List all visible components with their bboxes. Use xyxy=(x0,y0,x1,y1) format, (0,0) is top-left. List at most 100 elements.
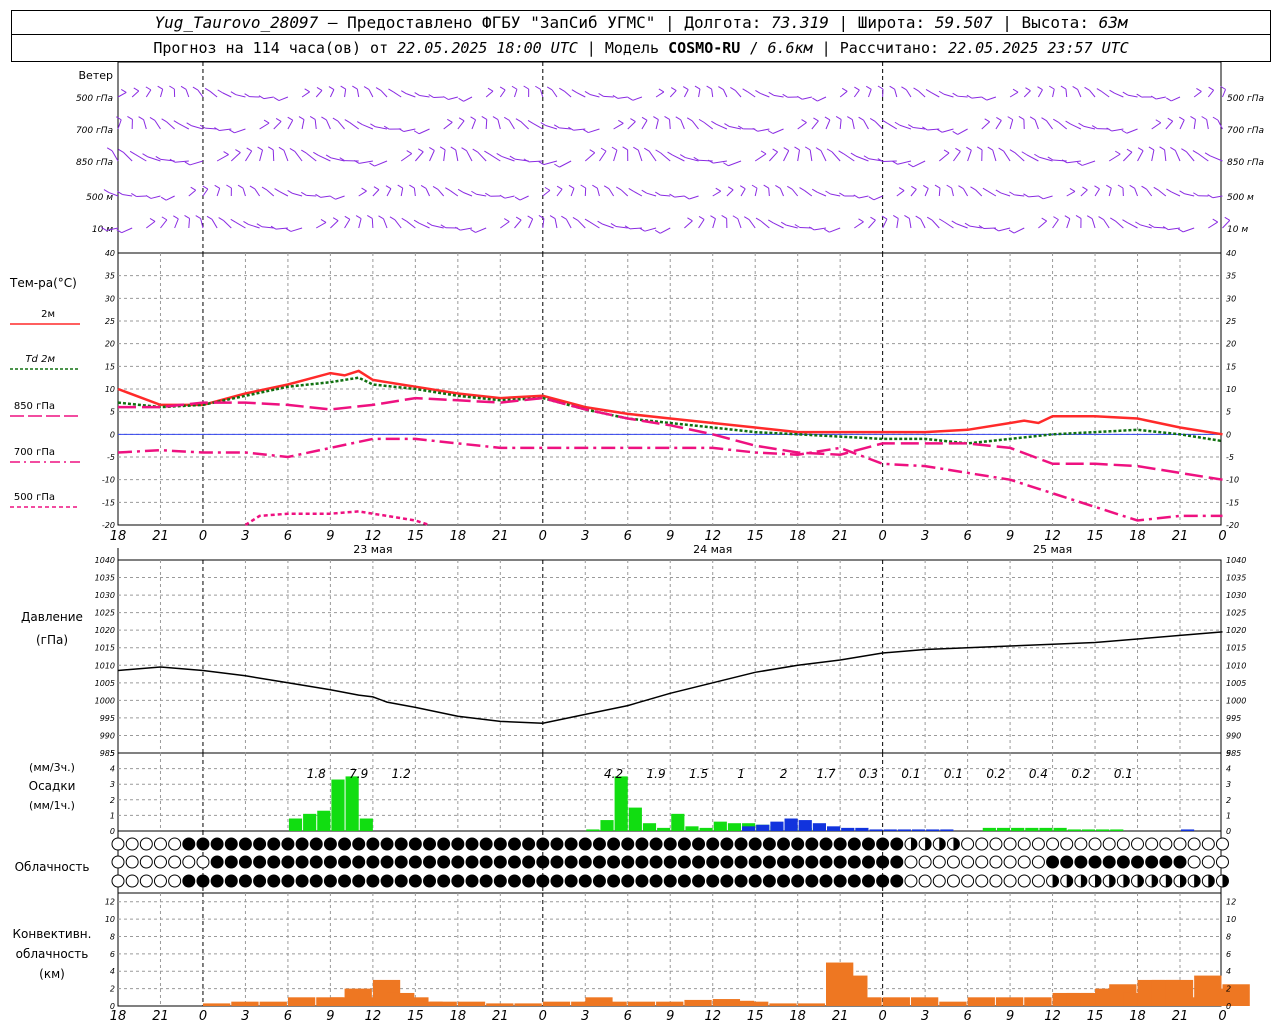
wind-barb-flag xyxy=(1021,151,1028,156)
wind-barb-flag xyxy=(133,87,140,92)
wind-barb-flag xyxy=(1224,216,1231,221)
wind-barb-flag xyxy=(826,148,833,153)
wind-barb-flag xyxy=(889,85,895,90)
wind-barb-flag xyxy=(554,163,560,168)
wind-barb xyxy=(174,160,189,163)
pressure-unit: (гПа) xyxy=(36,633,68,647)
wind-barb xyxy=(425,188,430,197)
precip-snow-bar xyxy=(756,824,770,831)
wind-barb-flag xyxy=(804,146,811,151)
time-tick-label: 21 xyxy=(1172,529,1189,544)
wind-barb-flag xyxy=(936,128,943,133)
wind-barb-flag xyxy=(328,86,335,90)
time-tick-label: 12 xyxy=(1044,529,1061,544)
wind-barb-flag xyxy=(432,185,439,190)
convective-bar xyxy=(457,1001,486,1006)
wind-barb-flag xyxy=(1204,152,1211,157)
wind-barb xyxy=(791,188,799,197)
prec-tick-left: 1 xyxy=(110,811,115,820)
wind-barb-flag xyxy=(600,147,607,152)
wind-barb-flag xyxy=(1193,192,1199,197)
wind-barb-flag xyxy=(1094,185,1100,190)
time-tick-label: 0 xyxy=(539,529,547,544)
wind-barb xyxy=(433,96,444,99)
wind-barb xyxy=(797,122,807,130)
precip-rain-bar xyxy=(657,827,671,831)
wind-barb xyxy=(211,219,218,229)
cloud-cover-symbol xyxy=(224,874,238,888)
temp-tick-right: -10 xyxy=(1226,476,1239,485)
wind-barb-flag xyxy=(1177,228,1184,233)
pres-tick-right: 1020 xyxy=(1226,626,1246,635)
wind-barb xyxy=(943,221,954,229)
cloud-cover-half xyxy=(925,838,932,850)
wind-barb xyxy=(1082,160,1096,166)
cloud-cover-symbol xyxy=(847,874,861,888)
prec-tick-left: 2 xyxy=(110,796,115,805)
time-tick-label: 3 xyxy=(921,529,929,544)
wind-barb-flag xyxy=(923,184,929,189)
wind-barb-flag xyxy=(157,85,163,90)
time-tick-label: 15 xyxy=(1087,529,1104,544)
prec-tick-left: 3 xyxy=(110,780,115,789)
temp-tick-right: 0 xyxy=(1226,430,1231,439)
precip-total-label: 0.1 xyxy=(944,767,963,781)
wind-barb xyxy=(358,190,367,197)
precip-total-label: 7.9 xyxy=(349,767,368,781)
cloud-cover-half xyxy=(1137,875,1144,887)
wind-barb xyxy=(542,189,551,197)
wind-barb xyxy=(418,222,430,229)
prec-tick-right: 3 xyxy=(1226,780,1231,789)
conv-tick-right: 12 xyxy=(1226,898,1236,907)
wind-barb-flag xyxy=(325,154,332,159)
convective-bar xyxy=(514,1003,542,1006)
time-tick-label-bottom: 12 xyxy=(1044,1009,1061,1024)
wind-barb-flag xyxy=(964,222,971,227)
wind-barb xyxy=(1009,119,1014,130)
wind-barb xyxy=(305,152,317,162)
wind-barb-flag xyxy=(571,89,578,94)
wind-barb-flag xyxy=(984,118,990,123)
wind-barb-flag xyxy=(825,190,831,195)
cloud-cover-symbol xyxy=(819,837,833,851)
time-tick-label-bottom: 15 xyxy=(1087,1009,1104,1024)
wind-barb-flag xyxy=(775,184,781,189)
wind-barb-flag xyxy=(553,124,560,129)
temp-tick-left: -10 xyxy=(102,476,115,485)
cloud-cover-symbol xyxy=(621,837,635,851)
wind-barb-flag xyxy=(801,119,807,123)
wind-barb xyxy=(863,119,869,130)
cloud-cover-symbol xyxy=(762,874,776,888)
cloud-cover-symbol xyxy=(1173,855,1187,869)
wind-barb xyxy=(165,195,175,201)
wind-barb-flag xyxy=(787,185,793,190)
pres-tick-left: 1025 xyxy=(95,609,115,618)
temperature-panel: Тем-ра(°С) 2м Td 2м 850 гПа 700 гПа 500 гПа xyxy=(9,276,1223,527)
pres-tick-right: 1005 xyxy=(1226,679,1246,688)
cloud-cover-symbol xyxy=(621,874,635,888)
cloud-cover-symbol xyxy=(536,837,550,851)
wind-barb-flag xyxy=(301,149,307,154)
t500-line xyxy=(244,510,430,527)
wind-barb xyxy=(400,153,413,162)
wind-barb-flag xyxy=(763,184,769,189)
wind-barb xyxy=(637,150,643,162)
wind-barb xyxy=(508,120,515,130)
wind-barb xyxy=(1134,188,1138,197)
wind-barb xyxy=(602,223,614,229)
wind-barb-flag xyxy=(385,185,392,190)
wind-barb-flag xyxy=(192,86,199,91)
cloud-cover-symbol xyxy=(493,874,507,888)
precip-rain-bar xyxy=(345,776,359,831)
wind-barb xyxy=(1066,190,1076,197)
wind-barb-flag xyxy=(457,188,464,193)
wind-barb-flag xyxy=(715,187,721,192)
cloud-cover-symbol xyxy=(847,855,861,869)
cloud-cover-symbol xyxy=(890,837,904,851)
cloud-cover-symbol xyxy=(1074,837,1088,851)
wind-barb-flag xyxy=(243,220,249,225)
wind-barb-flag xyxy=(901,86,907,91)
convective-bar xyxy=(797,1003,825,1006)
cloud-cover-symbol xyxy=(1159,837,1173,851)
wind-barb-flag xyxy=(907,163,914,168)
